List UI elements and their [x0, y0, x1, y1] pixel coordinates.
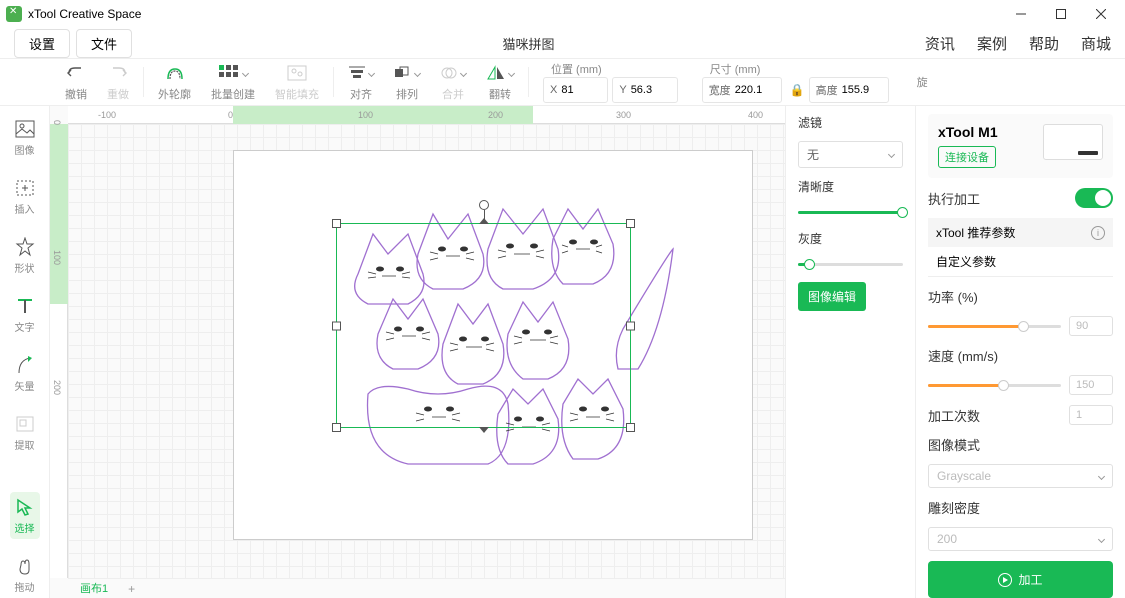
handle-mt[interactable]: [479, 218, 489, 224]
handle-br[interactable]: [626, 423, 635, 432]
passes-value[interactable]: 1: [1069, 405, 1113, 425]
nav-store[interactable]: 商城: [1081, 33, 1111, 54]
tool-insert[interactable]: 插入: [10, 173, 40, 220]
handle-tr[interactable]: [626, 219, 635, 228]
canvas-area[interactable]: -100 0 100 200 300 400 0 100 200: [50, 106, 785, 598]
play-icon: [998, 573, 1012, 587]
outline-button[interactable]: 外轮廓: [148, 62, 201, 102]
power-value[interactable]: 90: [1069, 316, 1113, 336]
handle-mr[interactable]: [626, 321, 635, 330]
density-label: 雕刻密度: [928, 498, 1113, 517]
y-field[interactable]: Y: [612, 77, 677, 103]
handle-tl[interactable]: [332, 219, 341, 228]
width-input[interactable]: [735, 84, 775, 96]
position-label: 位置 (mm): [551, 61, 676, 77]
tool-shape[interactable]: 形状: [10, 232, 40, 279]
custom-params-tab[interactable]: 自定义参数: [928, 247, 1113, 276]
toolbar: 撤销 重做 外轮廓 批量创建 智能填充 对齐 排列 合并 翻转 位置 (mm) …: [0, 58, 1125, 106]
y-input[interactable]: [631, 84, 671, 96]
speed-label: 速度 (mm/s): [928, 346, 1113, 365]
process-toggle[interactable]: [1075, 188, 1113, 208]
device-image: [1043, 124, 1103, 160]
recommended-params-tab[interactable]: xTool 推荐参数i: [928, 218, 1113, 247]
arrange-button[interactable]: 排列: [384, 62, 430, 102]
gray-label: 灰度: [798, 230, 903, 247]
redo-button[interactable]: 重做: [97, 62, 139, 102]
filter-select[interactable]: 无: [798, 141, 903, 168]
x-input[interactable]: [561, 84, 601, 96]
maximize-button[interactable]: [1041, 0, 1081, 28]
handle-ml[interactable]: [332, 321, 341, 330]
tool-vector[interactable]: 矢量: [10, 350, 40, 397]
vertical-ruler: 0 100 200: [50, 124, 68, 578]
sharpness-label: 清晰度: [798, 178, 903, 195]
canvas-tab-1[interactable]: 画布1: [68, 578, 120, 598]
tool-image[interactable]: 图像: [10, 114, 40, 161]
process-exec-label: 执行加工: [928, 189, 980, 208]
image-mode-select[interactable]: Grayscale: [928, 464, 1113, 488]
width-field[interactable]: 宽度: [702, 77, 782, 103]
filter-panel: 滤镜 无 清晰度 灰度 图像编辑: [785, 106, 915, 598]
minimize-button[interactable]: [1001, 0, 1041, 28]
device-card: xTool M1 连接设备: [928, 114, 1113, 178]
nav-news[interactable]: 资讯: [925, 33, 955, 54]
selection-box[interactable]: [336, 223, 631, 428]
height-field[interactable]: 高度: [809, 77, 889, 103]
menubar: 设置 文件 猫咪拼图 资讯 案例 帮助 商城: [0, 28, 1125, 58]
align-button[interactable]: 对齐: [338, 62, 384, 102]
properties-panel: xTool M1 连接设备 执行加工 xTool 推荐参数i 自定义参数 功率 …: [915, 106, 1125, 598]
batch-create-button[interactable]: 批量创建: [201, 62, 265, 102]
tool-extract[interactable]: 提取: [10, 409, 40, 456]
tool-text[interactable]: 文字: [10, 291, 40, 338]
rotate-label: 旋: [917, 74, 928, 90]
settings-button[interactable]: 设置: [14, 29, 70, 58]
image-mode-label: 图像模式: [928, 435, 1113, 454]
passes-label: 加工次数: [928, 406, 980, 425]
filter-label: 滤镜: [798, 114, 903, 131]
add-canvas-button[interactable]: +: [120, 580, 143, 598]
device-name: xTool M1: [938, 124, 998, 140]
speed-value[interactable]: 150: [1069, 375, 1113, 395]
nav-cases[interactable]: 案例: [977, 33, 1007, 54]
sharpness-slider[interactable]: [798, 211, 903, 214]
horizontal-ruler: -100 0 100 200 300 400: [68, 106, 785, 124]
process-button[interactable]: 加工: [928, 561, 1113, 598]
flip-button[interactable]: 翻转: [476, 62, 524, 102]
info-icon[interactable]: i: [1091, 226, 1105, 240]
height-input[interactable]: [842, 84, 882, 96]
combine-button[interactable]: 合并: [430, 62, 476, 102]
file-button[interactable]: 文件: [76, 29, 132, 58]
size-label: 尺寸 (mm): [710, 61, 887, 77]
nav-help[interactable]: 帮助: [1029, 33, 1059, 54]
canvas-tabs: 画布1 +: [68, 578, 785, 598]
power-slider[interactable]: [928, 325, 1061, 328]
app-title: xTool Creative Space: [28, 7, 141, 21]
handle-mb[interactable]: [479, 427, 489, 433]
tool-select[interactable]: 选择: [10, 492, 40, 539]
speed-slider[interactable]: [928, 384, 1061, 387]
image-edit-button[interactable]: 图像编辑: [798, 282, 866, 311]
gray-slider[interactable]: [798, 263, 903, 266]
undo-button[interactable]: 撤销: [55, 62, 97, 102]
connect-device-button[interactable]: 连接设备: [938, 146, 996, 168]
rotate-handle[interactable]: [479, 200, 489, 210]
document-title: 猫咪拼图: [502, 34, 554, 53]
titlebar: xTool Creative Space: [0, 0, 1125, 28]
close-button[interactable]: [1081, 0, 1121, 28]
tool-drag[interactable]: 拖动: [10, 551, 40, 598]
lock-icon[interactable]: 🔒: [790, 83, 805, 97]
app-icon: [6, 6, 22, 22]
density-select[interactable]: 200: [928, 527, 1113, 551]
handle-bl[interactable]: [332, 423, 341, 432]
left-toolbar: 图像 插入 形状 文字 矢量 提取 选择 拖动: [0, 106, 50, 598]
x-field[interactable]: X: [543, 77, 608, 103]
smartfill-button[interactable]: 智能填充: [265, 62, 329, 102]
power-label: 功率 (%): [928, 287, 1113, 306]
